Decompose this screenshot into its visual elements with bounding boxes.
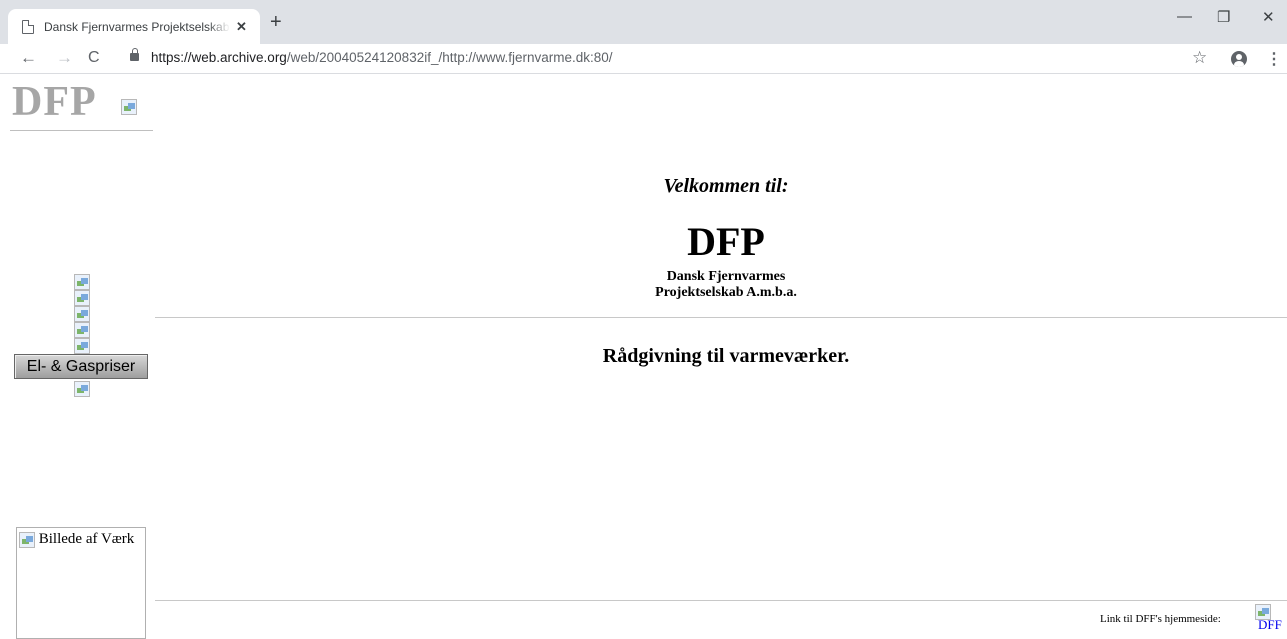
footer-text: Link til DFF's hjemmeside: (1100, 613, 1221, 625)
welcome-heading: Velkommen til: (663, 175, 789, 197)
tab-title: Dansk Fjernvarmes Projektselskab A.m.b.a… (44, 19, 230, 34)
bookmark-star-icon[interactable]: ☆ (1192, 49, 1207, 67)
browser-menu-icon[interactable]: ⋮ (1266, 49, 1282, 69)
page-icon (22, 19, 34, 34)
tab-close-icon[interactable]: ✕ (236, 19, 247, 35)
company-name: Dansk Fjernvarmes Projektselskab A.m.b.a… (0, 269, 1287, 301)
tab-bar: Dansk Fjernvarmes Projektselskab A.m.b.a… (0, 0, 1287, 44)
browser-tab[interactable]: Dansk Fjernvarmes Projektselskab A.m.b.a… (8, 9, 260, 44)
address-bar[interactable]: https://web.archive.org/web/200405241208… (151, 50, 613, 65)
divider (155, 600, 1287, 601)
minimize-button[interactable]: — (1177, 8, 1192, 25)
page-content: DFP El- & Gaspriser Velkommen til: DFP D… (0, 75, 1287, 639)
broken-image-icon[interactable] (74, 306, 90, 322)
close-window-button[interactable]: ✕ (1262, 8, 1275, 26)
divider (10, 130, 153, 131)
company-name-line2: Projektselskab A.m.b.a. (655, 285, 797, 300)
broken-image-icon[interactable] (74, 381, 90, 397)
browser-toolbar: ← → C https://web.archive.org/web/200405… (0, 44, 1287, 74)
company-name-line1: Dansk Fjernvarmes (666, 269, 786, 284)
broken-image-icon[interactable] (74, 322, 90, 338)
restore-button[interactable]: ❐ (1217, 8, 1230, 26)
lock-icon (130, 48, 139, 61)
broken-image-icon (19, 531, 35, 548)
broken-image-icon (121, 99, 137, 115)
reload-button[interactable]: C (88, 48, 100, 68)
plant-photo: Billede af Værk (16, 527, 146, 639)
account-icon[interactable] (1231, 51, 1247, 67)
site-logo: DFP (12, 79, 97, 125)
page-title: DFP (687, 219, 765, 264)
divider (155, 317, 1287, 318)
new-tab-button[interactable]: + (270, 12, 282, 32)
photo-alt-text: Billede af Værk (38, 531, 135, 547)
dff-link[interactable]: DFF (1258, 617, 1282, 633)
tagline: Rådgivning til varmeværker. (602, 345, 850, 367)
forward-button[interactable]: → (56, 48, 73, 68)
back-button[interactable]: ← (20, 48, 37, 68)
url-host: https://web.archive.org (151, 50, 287, 65)
url-path: /web/20040524120832if_/http://www.fjernv… (286, 50, 613, 65)
